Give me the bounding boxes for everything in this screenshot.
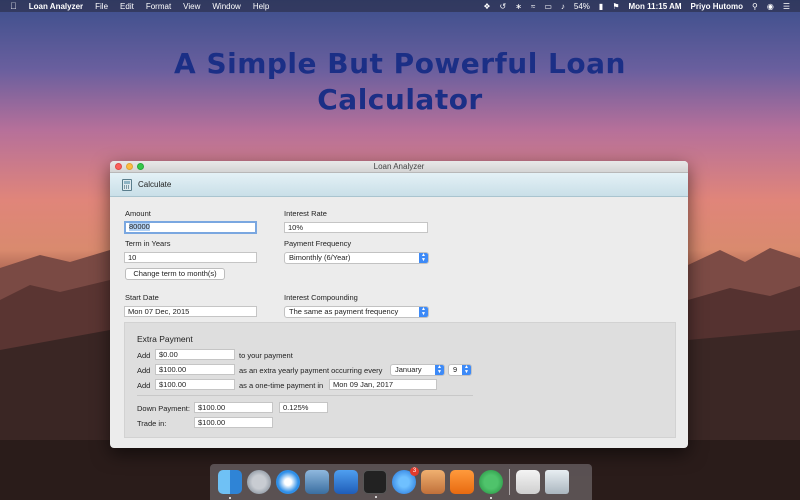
xcode-icon[interactable] (334, 470, 358, 494)
menubar-clock[interactable]: Mon 11:15 AM (628, 2, 681, 11)
row1-add-label: Add (137, 351, 151, 360)
trash-icon[interactable] (545, 470, 569, 494)
row1-suffix: to your payment (239, 351, 293, 360)
menu-file[interactable]: File (95, 2, 108, 11)
battery-icon[interactable]: ▮ (599, 2, 603, 11)
menu-bar:  Loan Analyzer File Edit Format View Wi… (0, 0, 800, 12)
start-date-input[interactable]: Mon 07 Dec, 2015 (124, 306, 257, 317)
amount-label: Amount (125, 209, 151, 218)
amount-value: 80000 (129, 222, 150, 231)
menubar-user[interactable]: Priyo Hutomo (691, 2, 743, 11)
select-arrows-icon: ▲ ▼ (419, 253, 428, 263)
spotlight-search-icon[interactable]: ⚲ (752, 2, 758, 11)
hero-line-1: A Simple But Powerful Loan (174, 47, 626, 80)
change-term-button[interactable]: Change term to month(s) (125, 268, 225, 280)
term-input[interactable]: 10 (124, 252, 257, 263)
menu-help[interactable]: Help (253, 2, 269, 11)
close-window-button[interactable] (115, 163, 122, 170)
running-indicator (229, 497, 231, 499)
flag-icon[interactable]: ⚑ (612, 2, 619, 11)
calculate-button[interactable]: Calculate (138, 180, 171, 189)
select-arrows-icon: ▲ ▼ (435, 365, 444, 375)
notes-icon[interactable] (421, 470, 445, 494)
payment-frequency-value: Bimonthly (6/Year) (289, 253, 351, 262)
dock-separator (509, 469, 510, 495)
extra-payment-divider (137, 395, 473, 396)
interest-rate-input[interactable]: 10% (284, 222, 428, 233)
day-select[interactable]: 9 ▲ ▼ (448, 364, 472, 376)
battery-percent[interactable]: 54% (574, 2, 590, 11)
airplay-icon[interactable]: ▭ (544, 2, 552, 11)
row3-suffix: as a one-time payment in (239, 381, 324, 390)
menu-edit[interactable]: Edit (120, 2, 134, 11)
yearly-payment-input[interactable]: $100.00 (155, 364, 235, 375)
menu-format[interactable]: Format (146, 2, 171, 11)
dock: 3 (210, 464, 592, 500)
document-icon[interactable] (516, 470, 540, 494)
row2-add-label: Add (137, 366, 151, 375)
down-payment-percent-input[interactable]: 0.125% (279, 402, 328, 413)
extra-payment-input[interactable]: $0.00 (155, 349, 235, 360)
window-title: Loan Analyzer (373, 162, 425, 171)
notification-center-icon[interactable]: ☰ (783, 2, 790, 11)
interest-compounding-label: Interest Compounding (284, 293, 358, 302)
payment-frequency-label: Payment Frequency (284, 239, 352, 248)
time-machine-icon[interactable]: ↺ (500, 2, 507, 11)
minimize-window-button[interactable] (126, 163, 133, 170)
siri-icon[interactable]: ◉ (767, 2, 774, 11)
amount-input[interactable]: 80000 (124, 221, 257, 234)
app-store-badge: 3 (410, 467, 419, 476)
launchpad-icon[interactable] (247, 470, 271, 494)
down-payment-label: Down Payment: (137, 404, 190, 413)
row3-add-label: Add (137, 381, 151, 390)
select-arrows-icon: ▲ ▼ (419, 307, 428, 317)
hero-title: A Simple But Powerful Loan Calculator (0, 46, 800, 118)
term-label: Term in Years (125, 239, 171, 248)
menu-app-name[interactable]: Loan Analyzer (29, 2, 83, 11)
row2-suffix: as an extra yearly payment occurring eve… (239, 366, 383, 375)
select-arrows-icon: ▲ ▼ (462, 365, 471, 375)
extra-payment-panel: Extra Payment Add $0.00 to your payment … (124, 322, 676, 438)
menu-view[interactable]: View (183, 2, 200, 11)
terminal-icon[interactable] (363, 470, 387, 498)
running-indicator (375, 496, 377, 498)
one-time-date-input[interactable]: Mon 09 Jan, 2017 (329, 379, 437, 390)
apple-menu-icon[interactable]:  (10, 1, 17, 11)
interest-rate-label: Interest Rate (284, 209, 327, 218)
start-date-label: Start Date (125, 293, 159, 302)
wifi-icon[interactable]: ≈ (531, 2, 535, 11)
one-time-payment-input[interactable]: $100.00 (155, 379, 235, 390)
extra-payment-title: Extra Payment (137, 334, 193, 344)
zoom-window-button[interactable] (137, 163, 144, 170)
month-value: January (395, 365, 422, 374)
preview-icon[interactable] (305, 470, 329, 494)
bluetooth-icon[interactable]: ∗ (515, 2, 522, 11)
down-payment-input[interactable]: $100.00 (194, 402, 273, 413)
running-indicator (490, 497, 492, 499)
loan-analyzer-window: Loan Analyzer Calculate Amount 80000 Ter… (110, 161, 688, 448)
menu-window[interactable]: Window (212, 2, 240, 11)
payment-frequency-select[interactable]: Bimonthly (6/Year) ▲ ▼ (284, 252, 429, 264)
safari-icon[interactable] (276, 470, 300, 494)
interest-compounding-select[interactable]: The same as payment frequency ▲ ▼ (284, 306, 429, 318)
volume-icon[interactable]: ♪ (561, 2, 565, 11)
trade-in-label: Trade in: (137, 419, 167, 428)
trade-in-input[interactable]: $100.00 (194, 417, 273, 428)
finder-icon[interactable] (218, 470, 242, 499)
calculator-icon[interactable] (122, 178, 132, 191)
toolbar: Calculate (110, 173, 688, 197)
interest-compounding-value: The same as payment frequency (289, 307, 399, 316)
dropbox-icon[interactable]: ❖ (483, 2, 490, 11)
month-select[interactable]: January ▲ ▼ (390, 364, 445, 376)
ibooks-icon[interactable] (450, 470, 474, 494)
window-titlebar[interactable]: Loan Analyzer (110, 161, 688, 173)
app-store-icon[interactable]: 3 (392, 467, 419, 494)
loan-analyzer-icon[interactable] (479, 470, 503, 499)
hero-line-2: Calculator (317, 83, 483, 116)
day-value: 9 (453, 365, 458, 374)
